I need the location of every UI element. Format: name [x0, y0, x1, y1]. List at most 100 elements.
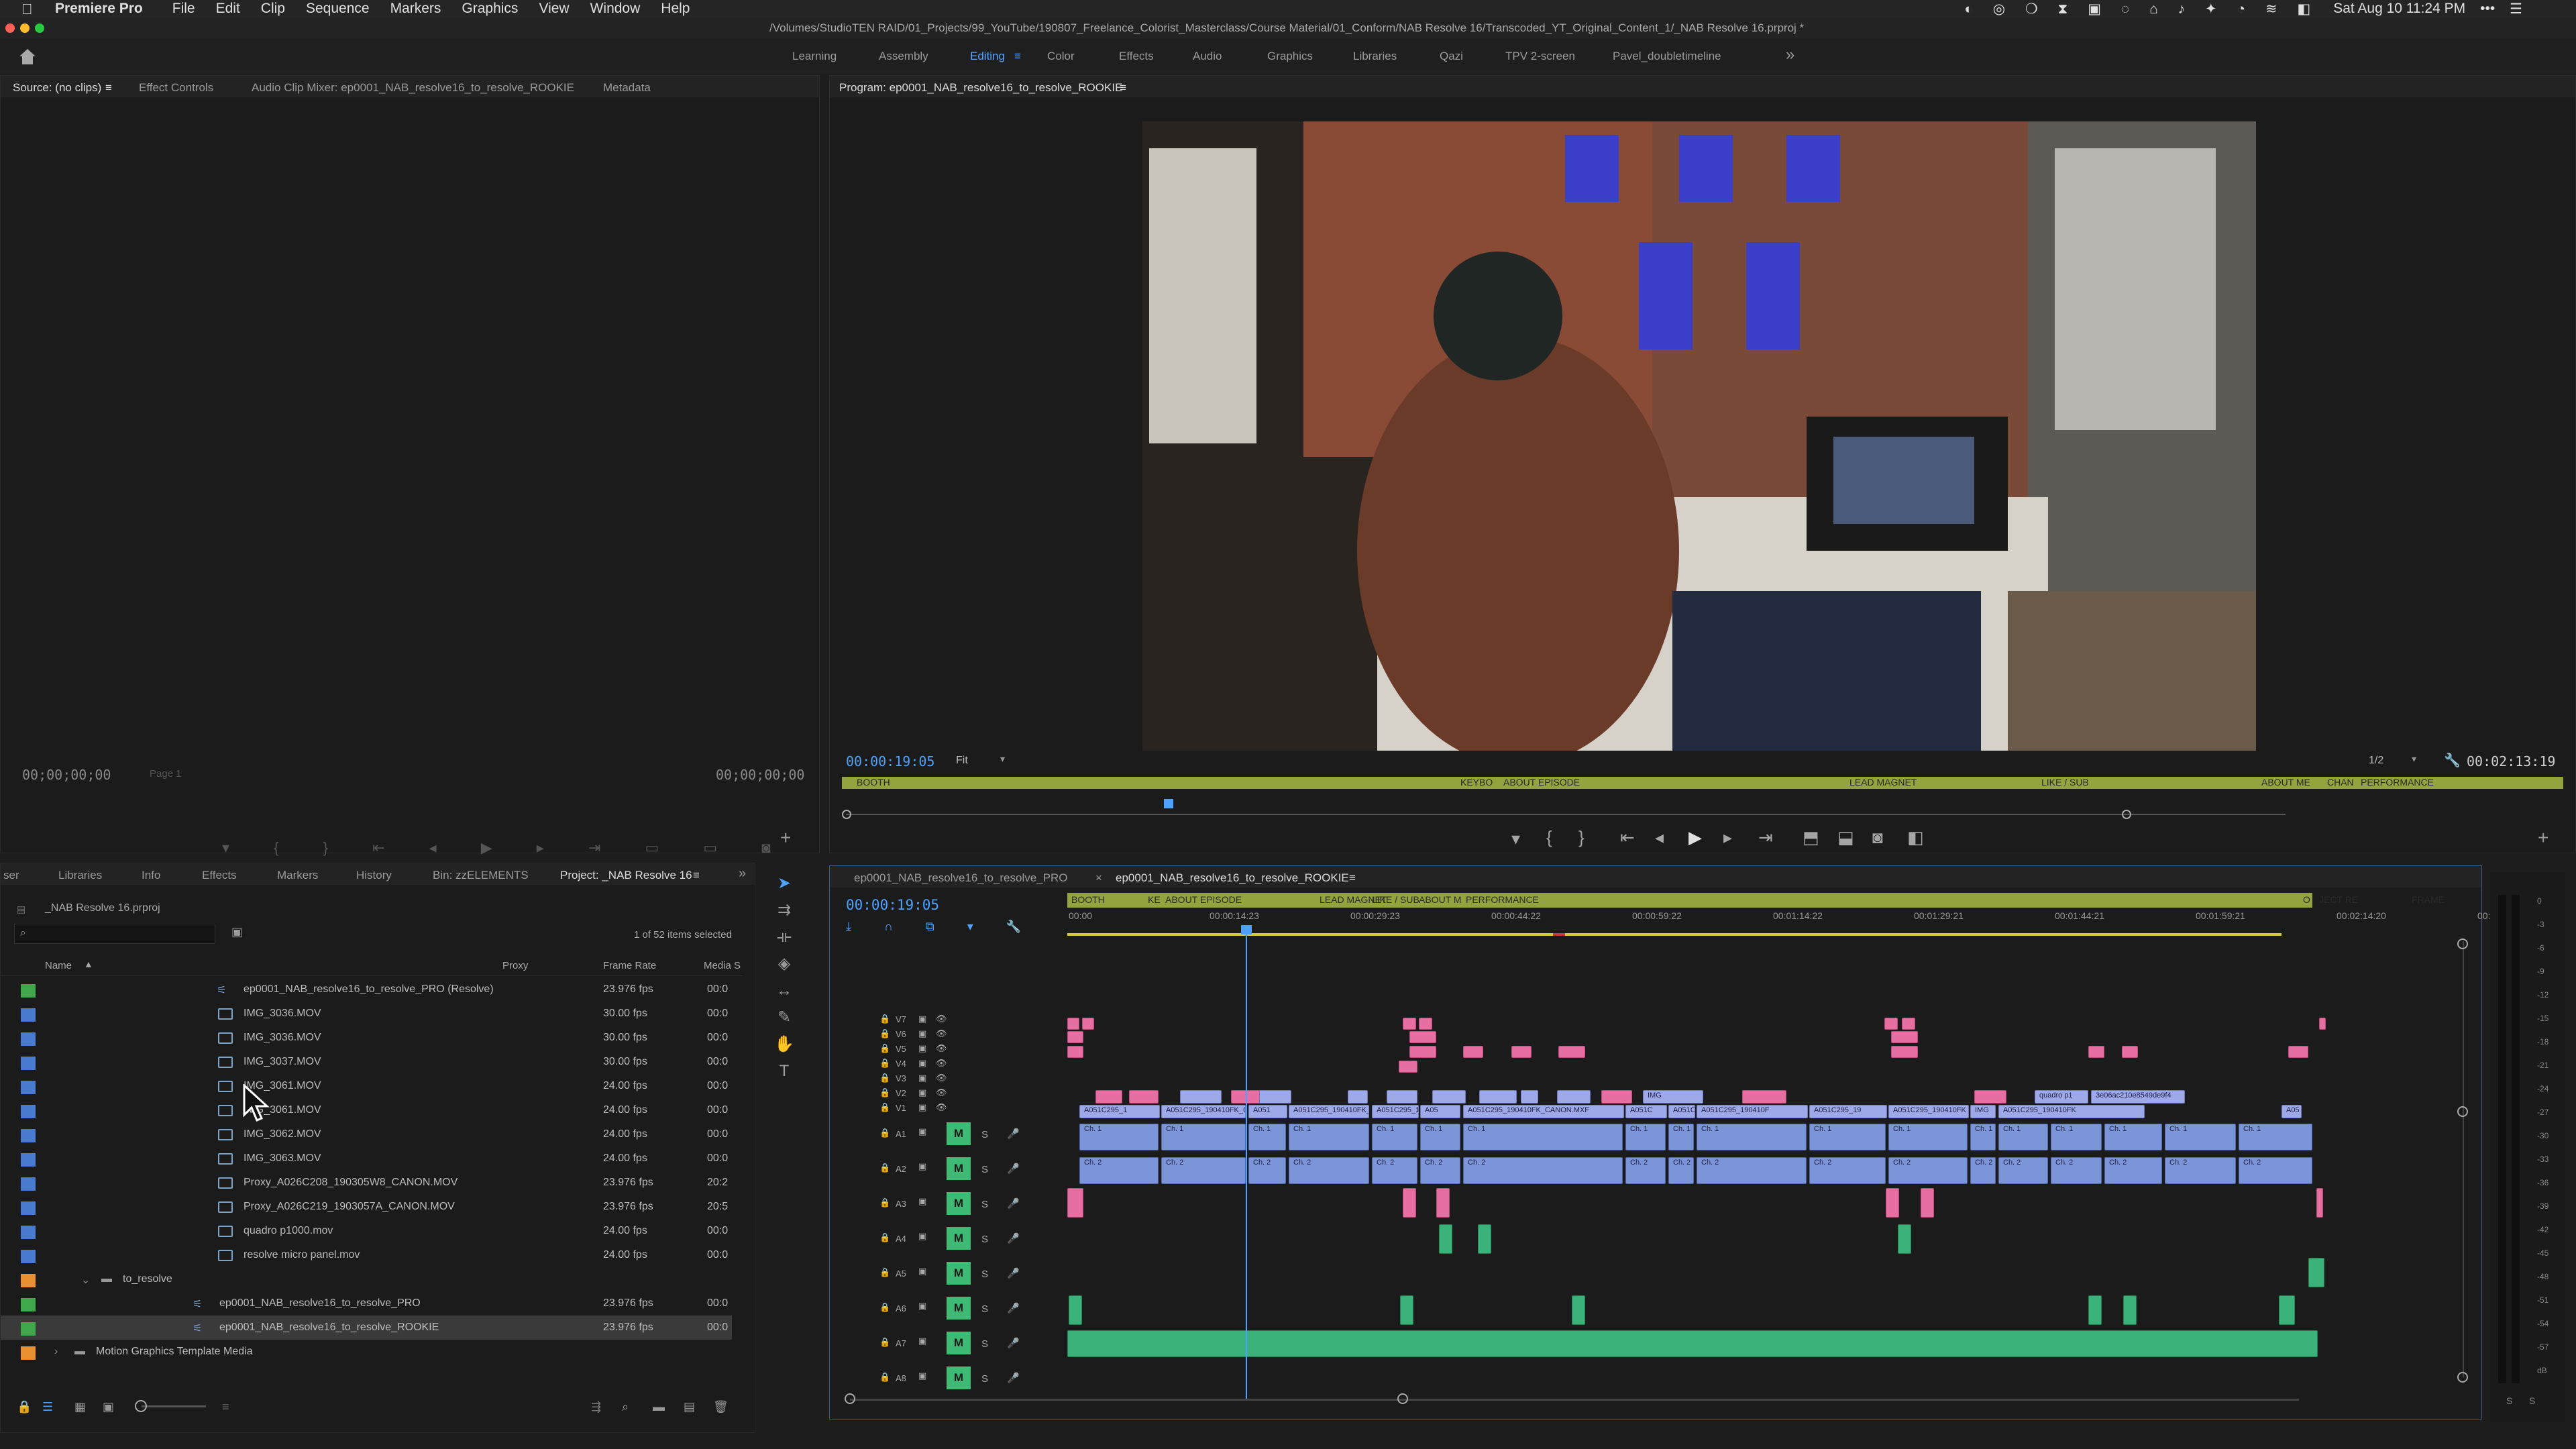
audio-clip[interactable]	[2123, 1295, 2137, 1325]
chevron-down-icon[interactable]: ▾	[2412, 753, 2416, 765]
lock-icon[interactable]: 🔒	[879, 1087, 890, 1098]
microphone-icon[interactable]: 🎤	[1007, 1163, 1020, 1175]
workspace-color[interactable]: Color	[1047, 50, 1075, 63]
video-track-header[interactable]: 🔒 V5 ▣ 👁	[877, 1043, 1051, 1057]
video-clip[interactable]	[1095, 1090, 1122, 1104]
audio-clip[interactable]: Ch. 1	[1248, 1124, 1286, 1150]
type-tool-icon[interactable]: T	[773, 1060, 796, 1083]
project-bin-row[interactable]: › ▬ Motion Graphics Template Media	[1, 1340, 732, 1364]
video-clip[interactable]: A051C295_190410FK_CANON.MXF	[1463, 1105, 1624, 1118]
mark-in-icon[interactable]: {	[1546, 827, 1552, 848]
video-clip[interactable]: A051C295_190410FK_CANON.MXF	[1372, 1105, 1419, 1118]
video-clip[interactable]: A051	[1248, 1105, 1287, 1118]
graphic-clip[interactable]	[1067, 1018, 1079, 1030]
panel-menu-icon[interactable]: ≡	[693, 869, 700, 882]
video-clip[interactable]: A05	[2282, 1105, 2302, 1118]
sort-up-icon[interactable]: ▲	[84, 959, 93, 969]
audio-clip[interactable]: Ch. 1	[1809, 1124, 1886, 1150]
close-icon[interactable]: ×	[1095, 871, 1102, 885]
video-clip[interactable]	[1348, 1090, 1368, 1104]
project-bin-row[interactable]: ⌄ ▬ to_resolve	[1, 1267, 732, 1291]
audio-clip[interactable]: Ch. 2	[1668, 1157, 1694, 1184]
video-track-header[interactable]: 🔒 V1 ▣ 👁	[877, 1102, 1051, 1116]
microphone-icon[interactable]: 🎤	[1007, 1302, 1020, 1314]
mute-button[interactable]: M	[947, 1122, 971, 1145]
workspace-editing[interactable]: Editing	[970, 50, 1005, 63]
project-item-row[interactable]: resolve micro panel.mov 24.00 fps 00:0	[1, 1243, 732, 1267]
project-item-row[interactable]: Proxy_A026C208_190305W8_CANON.MOV 23.976 …	[1, 1171, 732, 1195]
more-icon[interactable]: •••	[2480, 1, 2495, 17]
graphic-clip[interactable]	[1082, 1018, 1094, 1030]
microphone-icon[interactable]: 🎤	[1007, 1337, 1020, 1349]
timeline-marker[interactable]: KE	[1148, 894, 1161, 905]
audio-clip[interactable]: Ch. 1	[2239, 1124, 2312, 1150]
track-label[interactable]: A4	[896, 1234, 906, 1244]
vscroll-handle-bottom[interactable]	[2457, 1372, 2468, 1383]
lock-icon[interactable]: 🔒	[879, 1232, 890, 1243]
video-clip[interactable]: quadro p1	[2035, 1090, 2088, 1104]
solo-button[interactable]: S	[981, 1234, 988, 1245]
graphic-clip[interactable]	[1409, 1046, 1436, 1058]
tab-project[interactable]: Project: _NAB Resolve 16	[560, 869, 692, 882]
program-playhead[interactable]	[1164, 799, 1173, 808]
audio-clip[interactable]: Ch. 2	[1372, 1157, 1417, 1184]
label-color-swatch[interactable]	[21, 1105, 36, 1118]
tab-history[interactable]: History	[356, 869, 392, 882]
new-item-icon[interactable]: ▤	[684, 1400, 695, 1414]
pen-tool-icon[interactable]: ✎	[773, 1006, 796, 1029]
video-clip[interactable]	[1259, 1090, 1291, 1104]
double-chevron-right-icon[interactable]: »	[1786, 46, 1794, 64]
eye-icon[interactable]: 👁	[936, 1028, 947, 1039]
mute-button[interactable]: M	[947, 1157, 971, 1180]
scroll-handle-left[interactable]	[845, 1393, 855, 1404]
workspace-assembly[interactable]: Assembly	[879, 50, 928, 63]
timeline-horizontal-scrollbar[interactable]	[850, 1399, 2299, 1401]
graphic-clip[interactable]	[2088, 1046, 2104, 1058]
sync-lock-icon[interactable]: ▣	[918, 1336, 926, 1346]
track-select-tool-icon[interactable]: ⇉	[773, 899, 796, 922]
video-clip[interactable]: A051C295_190410F	[1668, 1105, 1695, 1118]
lock-icon[interactable]: 🔒	[879, 1372, 890, 1383]
workspace-qazi[interactable]: Qazi	[1440, 50, 1463, 63]
extract-icon[interactable]: ⬓	[1837, 827, 1854, 848]
graphic-clip[interactable]	[1067, 1046, 1083, 1058]
timeline-marker[interactable]: ABOUT EPISODE	[1165, 894, 1242, 905]
label-color-swatch[interactable]	[21, 1201, 36, 1215]
workspace-menu-icon[interactable]: ≡	[1014, 50, 1021, 63]
eye-icon[interactable]: 👁	[936, 1043, 947, 1054]
sync-lock-icon[interactable]: ▣	[918, 1266, 926, 1277]
graphic-clip[interactable]	[1902, 1018, 1915, 1030]
slip-tool-icon[interactable]: ↔	[773, 979, 796, 1002]
track-label[interactable]: A3	[896, 1199, 906, 1209]
camera-icon[interactable]: ◙	[1872, 827, 1883, 848]
sync-lock-icon[interactable]: ▣	[918, 1161, 926, 1172]
lock-icon[interactable]: 🔒	[879, 1014, 890, 1024]
audio-clip[interactable]: Ch. 2	[1463, 1157, 1623, 1184]
sync-lock-icon[interactable]: ▣	[918, 1073, 926, 1083]
solo-button[interactable]: S	[981, 1164, 988, 1175]
sync-lock-icon[interactable]: ▣	[918, 1087, 926, 1098]
audio-track-header[interactable]: 🔒 A3 ▣ M S 🎤	[877, 1192, 1051, 1224]
graphic-clip[interactable]	[2122, 1046, 2138, 1058]
video-track-header[interactable]: 🔒 V3 ▣ 👁	[877, 1073, 1051, 1086]
audio-clip[interactable]: Ch. 1	[1998, 1124, 2048, 1150]
graphic-clip[interactable]	[1419, 1018, 1432, 1030]
source-timecode-left[interactable]: 00;00;00;00	[22, 767, 111, 783]
video-clip[interactable]	[1521, 1090, 1538, 1104]
audio-clip[interactable]: Ch. 2	[1888, 1157, 1968, 1184]
track-label[interactable]: A6	[896, 1303, 906, 1313]
razor-tool-icon[interactable]: ◈	[773, 953, 796, 975]
home-icon[interactable]	[17, 47, 38, 66]
tab-sequence-rookie[interactable]: ep0001_NAB_resolve16_to_resolve_ROOKIE	[1116, 871, 1349, 885]
audio-clip[interactable]: Ch. 2	[1161, 1157, 1246, 1184]
menubar-clock[interactable]: Sat Aug 10 11:24 PM	[2333, 1, 2465, 17]
program-scrub-bar[interactable]	[846, 814, 2286, 815]
audio-clip[interactable]: Ch. 2	[1289, 1157, 1369, 1184]
chevron-right-icon[interactable]: ›	[54, 1346, 58, 1358]
solo-button[interactable]: S	[981, 1338, 988, 1350]
workspace-learning[interactable]: Learning	[792, 50, 837, 63]
microphone-icon[interactable]: 🎤	[1007, 1267, 1020, 1279]
microphone-icon[interactable]: 🎤	[1007, 1128, 1020, 1140]
program-video-frame[interactable]	[1142, 121, 2256, 751]
graphic-clip[interactable]	[2319, 1018, 2326, 1030]
